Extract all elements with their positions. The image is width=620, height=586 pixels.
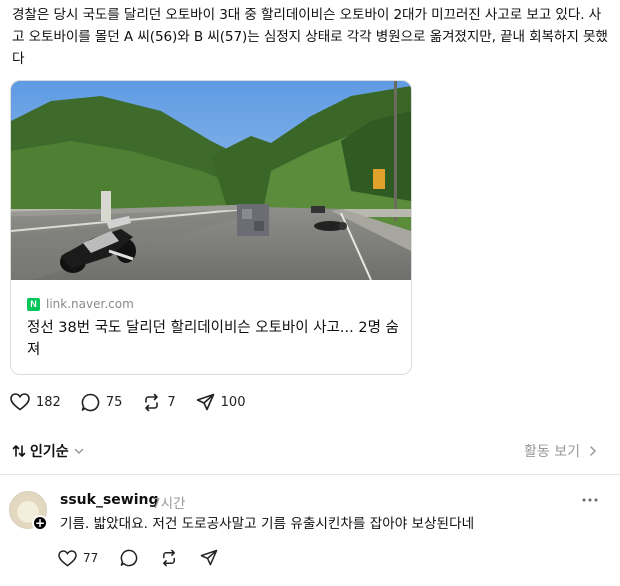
news-photo [11, 81, 411, 280]
chevron-down-icon [74, 448, 83, 455]
post-action-bar: 182 75 7 100 [10, 392, 265, 412]
reply-username[interactable]: ssuk_sewing [60, 492, 159, 508]
comment-icon [120, 549, 138, 567]
link-title: 정선 38번 국도 달리던 할리데이비슨 오토바이 사고... 2명 숨져 [27, 320, 399, 358]
comment-count: 75 [105, 394, 123, 410]
reply-share-button[interactable] [200, 549, 218, 567]
reply-comment-button[interactable] [120, 549, 138, 567]
post-body: 경찰은 당시 국도를 달리던 오토바이 3대 중 할리데이비슨 오토바이 2대가… [12, 7, 608, 67]
comment-icon [81, 393, 100, 411]
send-icon [196, 393, 214, 410]
repost-button[interactable]: 7 [142, 393, 176, 412]
share-button[interactable]: 100 [196, 393, 246, 412]
sort-arrows-icon [12, 445, 26, 457]
sort-dropdown[interactable]: 인기순 [12, 441, 85, 461]
link-preview-card[interactable]: N link.naver.com 정선 38번 국도 달리던 할리데이비슨 오토… [10, 80, 412, 375]
heart-icon [58, 549, 77, 567]
reply-body: 기름. 밟았대요. 저건 도로공사말고 기름 유출시킨차를 잡아야 보상된다네 [60, 516, 475, 532]
follow-plus-icon[interactable]: + [32, 515, 48, 531]
view-activity-label: 활동 보기 [524, 444, 580, 460]
link-domain: link.naver.com [46, 297, 134, 311]
reply-like-count: 77 [83, 551, 99, 565]
reply-action-bar: 77 [58, 549, 240, 567]
more-options-icon[interactable] [580, 490, 600, 510]
repost-icon [163, 549, 176, 567]
send-icon [200, 549, 218, 566]
like-button[interactable]: 182 [10, 393, 61, 411]
naver-logo-icon: N [27, 297, 40, 311]
chevron-right-icon [590, 446, 597, 456]
like-count: 182 [36, 394, 61, 410]
reply-repost-button[interactable] [160, 549, 178, 567]
view-activity-link[interactable]: 활동 보기 [524, 441, 598, 461]
repost-count: 7 [167, 394, 176, 410]
section-divider [0, 474, 620, 475]
comment-button[interactable]: 75 [81, 393, 123, 412]
heart-icon [10, 393, 30, 411]
repost-icon [145, 393, 159, 411]
reply-timestamp: 7시간 [152, 496, 186, 512]
reply-like-button[interactable]: 77 [58, 549, 99, 567]
sort-label: 인기순 [30, 444, 69, 460]
share-count: 100 [220, 394, 246, 410]
